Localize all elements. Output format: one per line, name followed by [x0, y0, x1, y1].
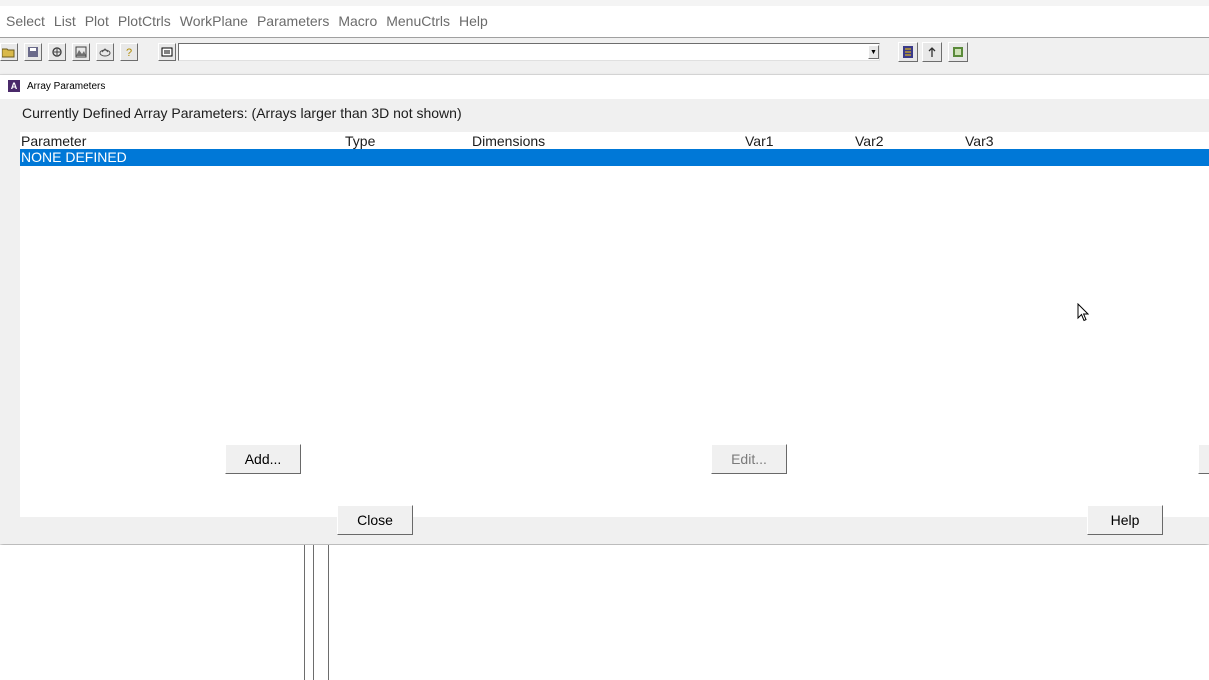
command-input[interactable] [178, 43, 880, 61]
array-parameters-dialog: A Array Parameters Currently Defined Arr… [0, 75, 1209, 544]
app-logo-icon: A [8, 80, 20, 92]
help-button[interactable]: Help [1087, 505, 1163, 535]
keyboard-icon[interactable] [158, 43, 176, 61]
delete-button-partial[interactable] [1198, 444, 1209, 474]
menu-parameters[interactable]: Parameters [257, 13, 329, 29]
column-header-dimensions: Dimensions [472, 133, 546, 149]
menubar-top-strip [0, 0, 1209, 6]
menubar: Select List Plot PlotCtrls WorkPlane Par… [0, 0, 1209, 38]
splitter-line-mid [313, 545, 314, 680]
open-icon[interactable] [0, 43, 18, 61]
pan-zoom-icon[interactable] [48, 43, 66, 61]
column-header-parameter: Parameter [21, 133, 87, 149]
report-generator-icon[interactable] [96, 43, 114, 61]
add-button[interactable]: Add... [225, 444, 301, 474]
save-analysis-db-icon[interactable] [898, 42, 918, 62]
column-header-var3: Var3 [965, 133, 994, 149]
splitter-line-left [304, 545, 305, 680]
column-header-var2: Var2 [855, 133, 884, 149]
edit-button[interactable]: Edit... [711, 444, 787, 474]
menu-plotctrls[interactable]: PlotCtrls [118, 13, 171, 29]
menu-select[interactable]: Select [6, 13, 45, 29]
menu-workplane[interactable]: WorkPlane [180, 13, 248, 29]
chevron-down-icon: ▼ [870, 48, 877, 56]
background-workspace [0, 545, 1209, 680]
image-capture-icon[interactable] [72, 43, 90, 61]
menu-plot[interactable]: Plot [85, 13, 109, 29]
list-item[interactable]: NONE DEFINED [20, 149, 1209, 166]
menu-list[interactable]: List [54, 13, 76, 29]
menu-help[interactable]: Help [459, 13, 488, 29]
save-icon[interactable] [24, 43, 42, 61]
menu-macro[interactable]: Macro [338, 13, 377, 29]
dialog-titlebar[interactable]: A Array Parameters [0, 75, 1209, 99]
help-icon[interactable]: ? [120, 43, 138, 61]
array-parameters-list[interactable]: Parameter Type Dimensions Var1 Var2 Var3… [20, 132, 1209, 517]
toggle-icon[interactable] [948, 42, 968, 62]
list-item-parameter: NONE DEFINED [21, 149, 127, 165]
menu-items: Select List Plot PlotCtrls WorkPlane Par… [6, 13, 497, 29]
defined-arrays-label: Currently Defined Array Parameters: (Arr… [22, 105, 462, 121]
column-header-type: Type [345, 133, 376, 149]
toolbar: ? ▼ [0, 38, 1209, 75]
splitter-line-right [328, 545, 329, 680]
command-history-dropdown[interactable]: ▼ [868, 45, 879, 59]
dialog-title: Array Parameters [27, 81, 106, 92]
column-header-var1: Var1 [745, 133, 774, 149]
svg-text:?: ? [126, 47, 132, 58]
close-button[interactable]: Close [337, 505, 413, 535]
menu-menuctrls[interactable]: MenuCtrls [386, 13, 450, 29]
mouse-cursor-icon [1077, 302, 1090, 325]
resume-db-icon[interactable] [922, 42, 942, 62]
